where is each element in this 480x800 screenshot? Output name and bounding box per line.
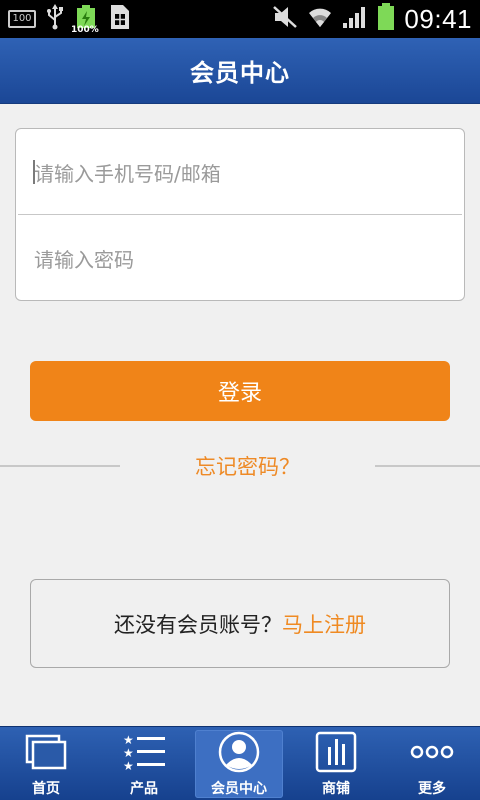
tab-home-label: 首页 [32,781,60,797]
forgot-divider-left [0,465,120,467]
battery-percent-label: 100% [71,25,99,35]
login-form: 请输入手机号码/邮箱 请输入密码 [15,128,465,301]
more-dots-icon [409,730,455,774]
sim-card-icon [108,4,132,34]
tab-member-center-label: 会员中心 [211,781,267,797]
tab-more[interactable]: 更多 [388,730,476,798]
product-list-icon: ★ ★ ★ [121,730,167,774]
login-button[interactable]: 登录 [30,361,450,421]
status-bar-right: 09:41 [272,3,472,35]
tab-products-label: 产品 [130,781,158,797]
register-panel: 还没有会员账号？ 马上注册 [30,579,450,668]
usb-icon [46,4,64,34]
member-avatar-icon [217,730,261,774]
bottom-tab-bar: 首页 ★ ★ ★ 产品 会员中心 商铺 更多 [0,726,480,800]
password-input[interactable]: 请输入密码 [16,215,464,300]
home-pages-icon [24,730,68,774]
status-bar-left: 100 100% [8,4,132,35]
signal-icon [342,5,368,33]
page-title: 会员中心 [190,59,290,87]
forgot-password-label: 忘记密码？ [195,455,300,479]
text-caret [33,160,35,184]
password-placeholder: 请输入密码 [34,247,134,272]
tab-home[interactable]: 首页 [2,730,90,798]
login-button-label: 登录 [217,381,262,406]
tab-member-center[interactable]: 会员中心 [195,730,283,798]
store-chart-icon [314,730,358,774]
phone-email-placeholder: 请输入手机号码/邮箱 [34,161,221,186]
tab-more-label: 更多 [418,781,446,797]
forgot-password-link[interactable]: 忘记密码？ [120,450,375,482]
battery-charging-icon: 100% [71,5,99,35]
wifi-icon [307,5,333,33]
svg-text:★: ★ [123,746,134,760]
tab-products[interactable]: ★ ★ ★ 产品 [100,730,188,798]
phone-email-input[interactable]: 请输入手机号码/邮箱 [16,129,464,215]
register-prompt: 还没有会员账号？ [114,612,282,637]
svg-text:★: ★ [123,733,134,747]
status-bar: 100 100% 09:41 [0,0,480,38]
tab-store[interactable]: 商铺 [292,730,380,798]
mute-icon [272,5,298,33]
badge-100-icon: 100 [8,10,36,28]
forgot-divider-right [375,465,480,467]
battery-icon [377,3,395,35]
register-link[interactable]: 马上注册 [282,609,366,639]
svg-text:★: ★ [123,759,134,772]
clock: 09:41 [404,3,472,34]
title-bar: 会员中心 [0,38,480,104]
tab-store-label: 商铺 [322,781,350,797]
